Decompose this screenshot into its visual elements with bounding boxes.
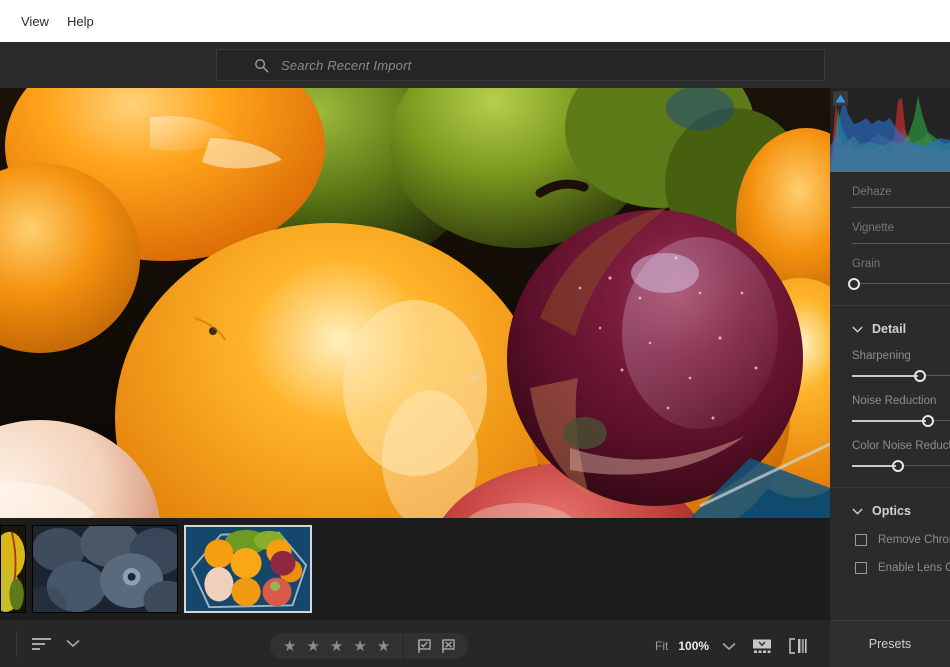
slider-track-grain[interactable] [848,278,950,290]
zoom-chevron-down-icon[interactable] [722,642,736,651]
slider-track-color-noise-reduction[interactable] [852,460,950,472]
slider-label-sharpening: Sharpening [852,350,911,362]
presets-label: Presets [868,637,912,651]
section-divider [830,305,950,306]
star-1[interactable]: ★ [283,639,296,654]
checkbox-remove-chromatic-aberration[interactable] [855,534,867,546]
section-header-detail[interactable]: Detail [830,322,950,336]
star-2[interactable]: ★ [306,639,319,654]
thumbnail-yellow-fruit [1,526,25,612]
flag-reject-icon[interactable] [440,638,456,654]
main-photo [0,88,830,518]
section-divider [830,487,950,488]
presets-button[interactable]: Presets [830,620,950,667]
star-5[interactable]: ★ [377,639,390,654]
chevron-down-icon [852,507,863,515]
menu-bar: View Help [0,0,950,42]
star-4[interactable]: ★ [353,639,366,654]
filmstrip[interactable] [0,518,830,620]
slider-track-dehaze[interactable] [852,207,950,208]
checkbox-row-enable-lens-correction[interactable]: Enable Lens Correction [830,562,950,574]
detail-sliders: Sharpening Noise Reduction Color Noise R… [830,350,950,472]
shadow-clipping-triangle-icon[interactable] [833,91,848,106]
histogram-plot [830,88,950,172]
list-item[interactable] [0,525,26,613]
list-item[interactable] [32,525,178,613]
filmstrip-toggle-icon[interactable] [752,638,772,654]
menu-item-view[interactable]: View [12,11,58,32]
slider-track-sharpening[interactable] [852,370,950,382]
search-input[interactable]: Search Recent Import [216,49,825,81]
slider-label-dehaze: Dehaze [852,186,892,198]
star-3[interactable]: ★ [330,639,343,654]
section-title-detail: Detail [872,322,907,336]
slider-track-vignette[interactable] [852,243,950,244]
flag-controls [404,638,468,654]
toolbar-divider [16,630,17,657]
effects-group: Dehaze Vignette Grain [830,186,950,290]
rating-controls: ★ ★ ★ ★ ★ [270,633,469,659]
zoom-level-label[interactable]: 100% [678,639,709,653]
search-placeholder-text: Search Recent Import [281,57,412,73]
panel-scroll-area[interactable]: Dehaze Vignette Grain Detail Sharpening … [830,186,950,667]
histogram[interactable] [830,88,950,172]
list-item[interactable] [184,525,312,613]
slider-track-noise-reduction[interactable] [852,415,950,427]
checkbox-label-remove-chromatic-aberration: Remove Chromatic Aberration [878,534,950,546]
zoom-controls: Fit 100% [655,633,808,659]
slider-label-color-noise-reduction: Color Noise Reduction [852,440,950,452]
checkbox-enable-lens-correction[interactable] [855,562,867,574]
slider-knob-sharpening[interactable] [914,370,926,382]
star-rating[interactable]: ★ ★ ★ ★ ★ [270,639,403,654]
before-after-compare-icon[interactable] [788,638,808,654]
checkbox-label-enable-lens-correction: Enable Lens Correction [878,562,950,574]
checkbox-row-remove-chromatic-aberration[interactable]: Remove Chromatic Aberration [830,534,950,546]
section-header-optics[interactable]: Optics [830,504,950,518]
thumbnail-blueberries [33,526,177,612]
sort-lines-icon[interactable] [31,636,53,652]
slider-label-noise-reduction: Noise Reduction [852,395,937,407]
slider-knob-color-noise-reduction[interactable] [892,460,904,472]
thumbnail-basket-oranges [186,527,310,611]
chevron-down-icon [852,325,863,333]
menu-item-help[interactable]: Help [58,11,103,32]
lightroom-window: View Help Search Recent Import ★ ★ ★ ★ ★… [0,0,950,667]
slider-knob-grain[interactable] [848,278,860,290]
slider-label-vignette: Vignette [852,222,894,234]
flag-pick-icon[interactable] [416,638,432,654]
sort-chevron-down-icon[interactable] [66,639,80,648]
search-icon [255,58,269,72]
zoom-fit-label[interactable]: Fit [655,639,668,653]
develop-panel: Dehaze Vignette Grain Detail Sharpening … [830,88,950,667]
search-bar-row: Search Recent Import [0,42,950,114]
slider-knob-noise-reduction[interactable] [922,415,934,427]
image-canvas[interactable] [0,88,830,518]
section-title-optics: Optics [872,504,911,518]
slider-label-grain: Grain [852,258,881,270]
